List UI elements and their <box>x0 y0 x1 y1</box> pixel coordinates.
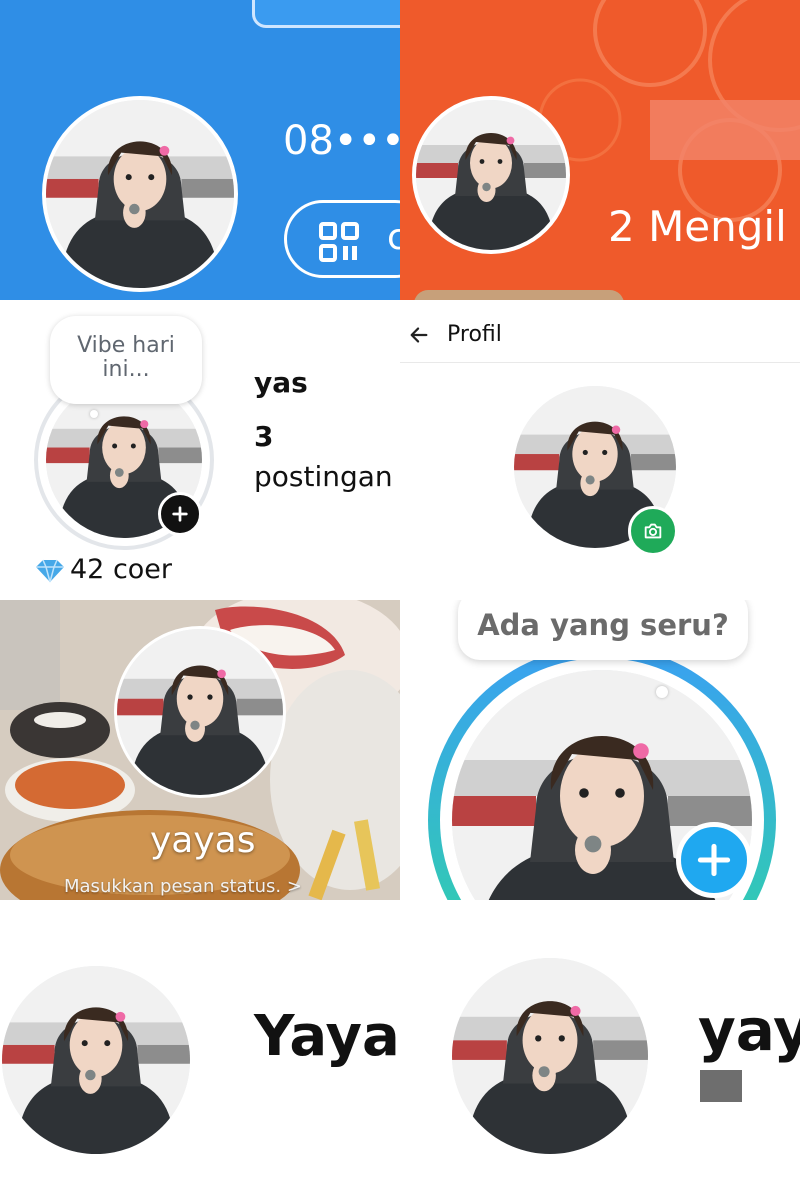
coin-balance: 42 coer <box>70 554 173 585</box>
phone-number: 08••••• <box>283 118 400 164</box>
panel-status: yayas Masukkan pesan status. > <box>0 600 400 900</box>
status-bubble[interactable]: Ada yang seru? <box>458 600 748 660</box>
qr-button[interactable]: c <box>284 200 400 278</box>
bubble-dot <box>656 686 668 698</box>
panel-story-ring: Ada yang seru? <box>400 600 800 900</box>
header-divider <box>400 362 800 363</box>
qr-code-icon <box>319 222 359 262</box>
avatar[interactable] <box>42 96 238 292</box>
diamond-icon <box>36 559 64 583</box>
header-title: Profil <box>447 322 502 347</box>
add-story-icon <box>697 843 731 877</box>
panel-profil: Profil <box>400 300 800 600</box>
status-placeholder: Masukkan pesan status. <box>64 876 282 897</box>
vibe-bubble[interactable]: Vibe hari ini... <box>50 316 202 404</box>
vibe-bubble-text: Vibe hari ini... <box>77 333 175 382</box>
panel-name-bold: yay <box>400 900 800 1200</box>
avatar[interactable] <box>2 966 190 1154</box>
post-label: postingan <box>254 460 393 493</box>
post-count: 3 <box>254 420 274 453</box>
add-story-button[interactable] <box>676 822 752 898</box>
blurred-name <box>650 100 800 160</box>
avatar[interactable] <box>452 958 648 1154</box>
redacted-block <box>700 1070 742 1102</box>
panel-name-large: Yayas <box>0 900 400 1200</box>
display-name: Yayas <box>254 1004 400 1069</box>
display-name: yay <box>698 996 800 1064</box>
back-arrow-icon[interactable] <box>408 324 430 346</box>
username: yas <box>254 366 308 399</box>
qr-button-label: c <box>387 217 400 258</box>
chevron-right-icon: > <box>286 876 302 897</box>
bottom-chip <box>414 290 624 300</box>
add-story-button[interactable] <box>158 492 202 536</box>
panel-profile-stats: Vibe hari ini... yas 3 postingan 42 coer <box>0 300 400 600</box>
bubble-dot <box>90 410 98 418</box>
stat-text: 2 Mengil <box>608 202 787 251</box>
status-bubble-text: Ada yang seru? <box>477 608 729 642</box>
camera-icon <box>644 523 662 539</box>
change-photo-button[interactable] <box>628 506 678 556</box>
panel-blue-profile: 08••••• c <box>0 0 400 300</box>
add-story-icon <box>172 506 188 522</box>
status-input[interactable]: Masukkan pesan status. > <box>64 876 302 900</box>
panel-orange-profile: 2 Mengil <box>400 0 800 300</box>
avatar[interactable] <box>114 626 286 798</box>
top-bar-element <box>252 0 400 28</box>
display-name: yayas <box>150 820 256 861</box>
avatar[interactable] <box>412 96 570 254</box>
